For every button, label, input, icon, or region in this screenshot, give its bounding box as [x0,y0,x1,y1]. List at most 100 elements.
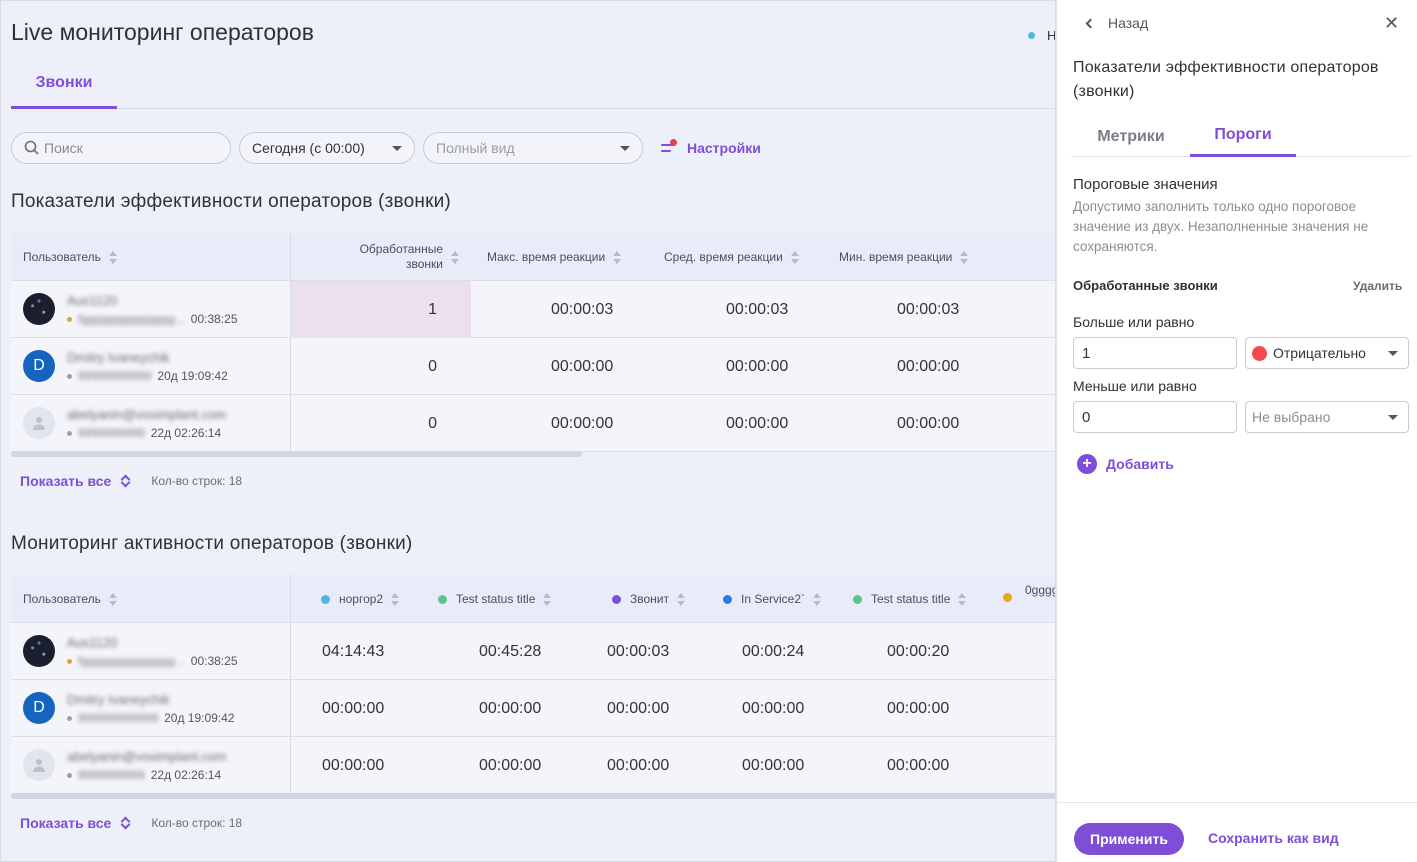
sort-icon [451,250,459,264]
col-header-handled-calls[interactable]: Обработанные звонки [311,233,459,281]
handled-calls-cell: 1 [291,281,471,338]
col-header-status[interactable]: Звонит [612,575,685,623]
status-dot-icon [67,373,72,379]
status-dot-icon [67,715,72,721]
save-as-view-button[interactable]: Сохранить как вид [1208,830,1339,846]
avg-reaction-cell: 00:00:00 [726,357,789,375]
search-input[interactable]: Поиск [11,132,231,164]
col-header-min-reaction[interactable]: Мин. время реакции [839,233,969,281]
sort-icon [108,250,117,264]
close-icon[interactable]: ✕ [1384,14,1399,32]
delete-button[interactable]: Удалить [1353,279,1402,293]
user-name: Dmitry Ivaneychik [67,692,170,707]
search-placeholder: Поиск [44,140,83,156]
lte-value-input[interactable]: 0 [1073,401,1237,433]
add-threshold-button[interactable]: + Добавить [1077,454,1174,474]
view-select[interactable]: Полный вид [423,132,643,164]
tab-calls[interactable]: Звонки [11,59,117,109]
status-dot-icon [67,316,72,322]
main-tabs: Звонки [11,59,1055,109]
status-dot-icon [723,594,732,604]
expand-collapse-icon[interactable] [121,474,129,488]
user-meta: 9999999999 22д 02:26:14 [67,426,221,440]
thresholds-heading: Пороговые значения [1073,176,1218,193]
user-placeholder-icon [33,759,45,772]
col-header-status[interactable]: Test status title [438,575,552,623]
user-meta: 99999999999 20д 19:09:42 [67,369,228,383]
perf-table: Пользователь Обработанные звонки Макс. в… [11,233,1055,452]
tab-metrics[interactable]: Метрики [1079,116,1183,157]
search-icon [24,140,39,155]
avatar: D [23,350,55,382]
status-time-cell: 00:00:00 [887,756,950,774]
col-header-status[interactable]: 0gggg [1003,575,1055,623]
table-row[interactable]: abelyanin@voximplant.com 9999999999 22д 0… [11,737,1055,794]
col-header-status[interactable]: норгор2 [321,575,400,623]
avatar [23,635,55,667]
table-row[interactable]: D Dmitry Ivaneychik 999999999999 20д 19:0… [11,680,1055,737]
negative-color-icon [1252,345,1267,361]
chevron-down-icon [1388,351,1398,356]
chevron-down-icon [392,145,402,151]
gte-value-input[interactable]: 1 [1073,337,1237,369]
gte-mode-select[interactable]: Отрицательно [1245,337,1409,369]
lte-mode-value: Не выбрано [1252,409,1331,425]
expand-collapse-icon[interactable] [121,816,129,830]
activity-table: Пользователь норгор2 Test status title З… [11,575,1055,794]
table-row[interactable]: Aus1120 fgggggggggggggg... 00:38:25 04:14… [11,623,1055,680]
metric-name: Обработанные звонки [1073,278,1218,293]
user-name: Aus1120 [67,635,118,650]
sort-icon [543,592,552,606]
col-header-status[interactable]: Test status title [853,575,967,623]
col-header-user[interactable]: Пользователь [23,575,117,623]
min-reaction-cell: 00:00:00 [897,357,960,375]
table-row[interactable]: D Dmitry Ivaneychik 99999999999 20д 19:09… [11,338,1055,395]
avatar [23,293,55,325]
col-header-avg-reaction[interactable]: Сред. время реакции [664,233,799,281]
user-name: abelyanin@voximplant.com [67,407,227,422]
avatar [23,749,55,781]
status-dot-icon [67,772,72,778]
status-dot-icon [1028,32,1035,39]
perf-section-title: Показатели эффективности операторов (зво… [11,191,451,212]
show-all-button[interactable]: Показать все [20,473,111,489]
activity-table-header: Пользователь норгор2 Test status title З… [11,575,1055,623]
table-row[interactable]: Aus1120 fgggggggggggggg... 00:38:25 1 00:… [11,281,1055,338]
max-reaction-cell: 00:00:00 [551,414,614,432]
col-header-user[interactable]: Пользователь [23,233,117,281]
apply-button[interactable]: Применить [1074,823,1184,855]
min-reaction-cell: 00:00:00 [897,414,960,432]
settings-button[interactable]: Настройки [659,139,761,156]
back-label: Назад [1108,15,1149,31]
status-time-cell: 00:00:20 [887,642,950,660]
user-name: abelyanin@voximplant.com [67,749,227,764]
col-header-status[interactable]: In Service2` [723,575,822,623]
show-all-button[interactable]: Показать все [20,815,111,831]
lte-mode-select[interactable]: Не выбрано [1245,401,1409,433]
chevron-down-icon [620,145,630,151]
sort-icon [613,250,622,264]
user-meta: 9999999999 22д 02:26:14 [67,768,221,782]
col-header-max-reaction[interactable]: Макс. время реакции [487,233,622,281]
horizontal-scrollbar[interactable] [11,451,582,457]
status-time-cell: 00:00:00 [607,756,670,774]
horizontal-scrollbar[interactable] [11,793,1055,799]
avg-reaction-cell: 00:00:00 [726,414,789,432]
status-time-cell: 04:14:43 [322,642,385,660]
tab-thresholds[interactable]: Пороги [1190,116,1296,157]
activity-table-footer: Показать все Кол-во строк: 18 [20,815,242,831]
user-name: Aus1120 [67,293,118,308]
status-indicator[interactable]: Н [1028,28,1055,43]
chevron-down-icon [1388,415,1398,420]
table-row[interactable]: abelyanin@voximplant.com 9999999999 22д 0… [11,395,1055,452]
period-select[interactable]: Сегодня (с 00:00) [239,132,415,164]
status-dot-icon [438,594,447,604]
status-time-cell: 00:00:03 [607,642,670,660]
status-time-cell: 00:00:00 [479,756,542,774]
back-button[interactable]: Назад [1085,15,1149,31]
avatar: D [23,692,55,724]
perf-table-footer: Показать все Кол-во строк: 18 [20,473,242,489]
page-title: Live мониторинг операторов [11,19,314,45]
row-count: Кол-во строк: 18 [151,474,243,488]
gte-label: Больше или равно [1073,314,1195,330]
